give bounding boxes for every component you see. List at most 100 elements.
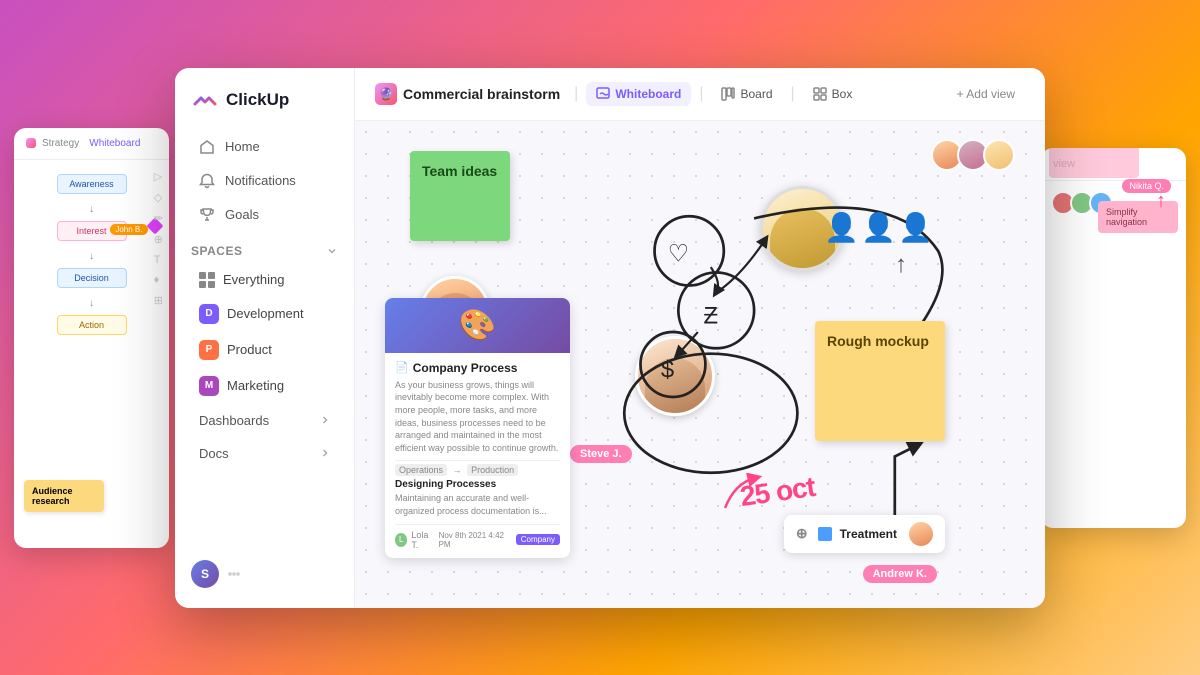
box-icon xyxy=(813,87,827,101)
app-window: ClickUp Home Notifications Goals Spac xyxy=(175,68,1045,608)
space-marketing[interactable]: M Marketing xyxy=(183,369,346,403)
up-arrow: ↑ xyxy=(895,251,907,279)
space-development[interactable]: D Development xyxy=(183,297,346,331)
project-icon: 🔮 xyxy=(375,83,397,105)
treatment-avatar xyxy=(909,522,933,546)
grid-everything-icon xyxy=(199,272,215,288)
bg-right-content: Simplify navigation Nikita Q. ↖ ↑ xyxy=(1041,181,1186,233)
date-arrow xyxy=(715,473,765,513)
bg-tab-whiteboard: Whiteboard xyxy=(89,138,140,149)
doc-card-subtitle-text: Maintaining an accurate and well-organiz… xyxy=(395,492,560,517)
chevron-down-icon xyxy=(326,245,338,257)
svg-text:Ƶ: Ƶ xyxy=(704,302,719,329)
nav-goals[interactable]: Goals xyxy=(183,199,346,231)
nav-home-label: Home xyxy=(225,139,260,154)
space-development-label: Development xyxy=(227,306,304,321)
user-avatar[interactable]: S xyxy=(191,560,219,588)
treatment-card: ⊕ Treatment xyxy=(784,515,945,553)
space-everything[interactable]: Everything xyxy=(183,265,346,295)
main-content: 🔮 Commercial brainstorm | Whiteboard | xyxy=(355,68,1045,608)
bg-panel-content: Awareness ↓ Interest John B. ↓ Decision … xyxy=(14,160,169,542)
andrew-label: Andrew K. xyxy=(863,565,937,583)
space-marketing-label: Marketing xyxy=(227,378,284,393)
add-view-label: + Add view xyxy=(957,87,1015,101)
nav-notifications-label: Notifications xyxy=(225,173,296,188)
nav-home[interactable]: Home xyxy=(183,131,346,163)
trophy-icon xyxy=(199,207,215,223)
space-development-icon: D xyxy=(199,304,219,324)
sticky-yellow-text: Rough mockup xyxy=(827,333,929,349)
flow-box-interest: Interest John B. xyxy=(57,221,127,241)
doc-card-title: 📄 Company Process xyxy=(395,361,560,375)
home-icon xyxy=(199,139,215,155)
svg-text:♡: ♡ xyxy=(668,240,689,267)
collaborator-avatars xyxy=(931,139,1015,171)
bell-icon xyxy=(199,173,215,189)
pink-sticky xyxy=(1049,148,1139,178)
doc-card-sections: Operations → Production xyxy=(395,460,560,475)
app-name: ClickUp xyxy=(226,90,289,110)
author-name: Lola T. xyxy=(411,530,434,550)
flow-box-awareness: Awareness xyxy=(57,174,127,194)
bg-panel-right: view Simplify navigation Nikita Q. ↖ ↑ xyxy=(1041,148,1186,528)
steve-label: Steve J. xyxy=(570,445,632,463)
sidebar: ClickUp Home Notifications Goals Spac xyxy=(175,68,355,608)
doc-card-subtitle: Designing Processes xyxy=(395,479,560,490)
treatment-icon xyxy=(818,527,832,541)
flow-box-decision: Decision xyxy=(57,268,127,288)
doc-card-footer: L Lola T. Nov 8th 2021 4:42 PM Company xyxy=(395,524,560,550)
doc-card[interactable]: 🎨 📄 Company Process As your business gro… xyxy=(385,298,570,558)
section-docs[interactable]: Docs xyxy=(183,438,346,469)
move-icon: ⊕ xyxy=(796,525,808,542)
add-view-button[interactable]: + Add view xyxy=(947,82,1025,106)
logo: ClickUp xyxy=(175,86,354,130)
doc-date: Nov 8th 2021 4:42 PM xyxy=(439,531,509,549)
treatment-label: Treatment xyxy=(840,527,897,541)
tab-board-label: Board xyxy=(740,87,772,101)
chevron-right-icon xyxy=(320,415,330,425)
doc-card-text: As your business grows, things will inev… xyxy=(395,379,560,455)
nav-notifications[interactable]: Notifications xyxy=(183,165,346,197)
bg-tab-strategy: Strategy xyxy=(42,138,79,149)
tab-box[interactable]: Box xyxy=(803,82,863,106)
sticky-note-team-ideas: Team ideas xyxy=(410,151,510,241)
doc-card-image: 🎨 xyxy=(385,298,570,353)
avatar-3 xyxy=(983,139,1015,171)
space-product[interactable]: P Product xyxy=(183,333,346,367)
space-product-icon: P xyxy=(199,340,219,360)
chevron-right-docs-icon xyxy=(320,448,330,458)
clickup-logo-icon xyxy=(191,86,219,114)
tab-whiteboard-label: Whiteboard xyxy=(615,87,681,101)
whiteboard-canvas[interactable]: Team ideas xyxy=(355,121,1045,608)
company-tag: Company xyxy=(516,534,560,545)
section-docs-label: Docs xyxy=(199,446,229,461)
tab-box-label: Box xyxy=(832,87,853,101)
spaces-header: Spaces xyxy=(175,232,354,264)
person-photo-woman xyxy=(635,336,715,416)
bg-panel-left: Strategy Whiteboard Awareness ↓ Interest… xyxy=(14,128,169,548)
section-dashboards[interactable]: Dashboards xyxy=(183,405,346,436)
tab-board[interactable]: Board xyxy=(711,82,782,106)
audience-note: Audience research xyxy=(24,480,104,512)
project-title: Commercial brainstorm xyxy=(403,86,560,102)
people-icons: 👤👤👤 xyxy=(824,211,935,244)
whiteboard-icon xyxy=(596,87,610,101)
section-dashboards-label: Dashboards xyxy=(199,413,269,428)
tab-whiteboard[interactable]: Whiteboard xyxy=(586,82,691,106)
bg-panel-header: Strategy Whiteboard xyxy=(14,128,169,160)
tab-sep-3: | xyxy=(791,85,795,103)
sticky-note-rough-mockup: Rough mockup xyxy=(815,321,945,441)
space-product-label: Product xyxy=(227,342,272,357)
more-icon xyxy=(227,567,241,581)
board-icon xyxy=(721,87,735,101)
sticky-green-text: Team ideas xyxy=(422,163,497,179)
doc-card-body: 📄 Company Process As your business grows… xyxy=(385,353,570,558)
nav-goals-label: Goals xyxy=(225,207,259,222)
flow-box-action: Action xyxy=(57,315,127,335)
author-avatar: L xyxy=(395,533,407,547)
sidebar-footer: S xyxy=(175,550,354,598)
tab-sep-2: | xyxy=(699,85,703,103)
simplify-note: Simplify navigation xyxy=(1098,201,1178,233)
space-everything-label: Everything xyxy=(223,272,284,287)
arrow-up: ↑ xyxy=(1156,190,1166,213)
